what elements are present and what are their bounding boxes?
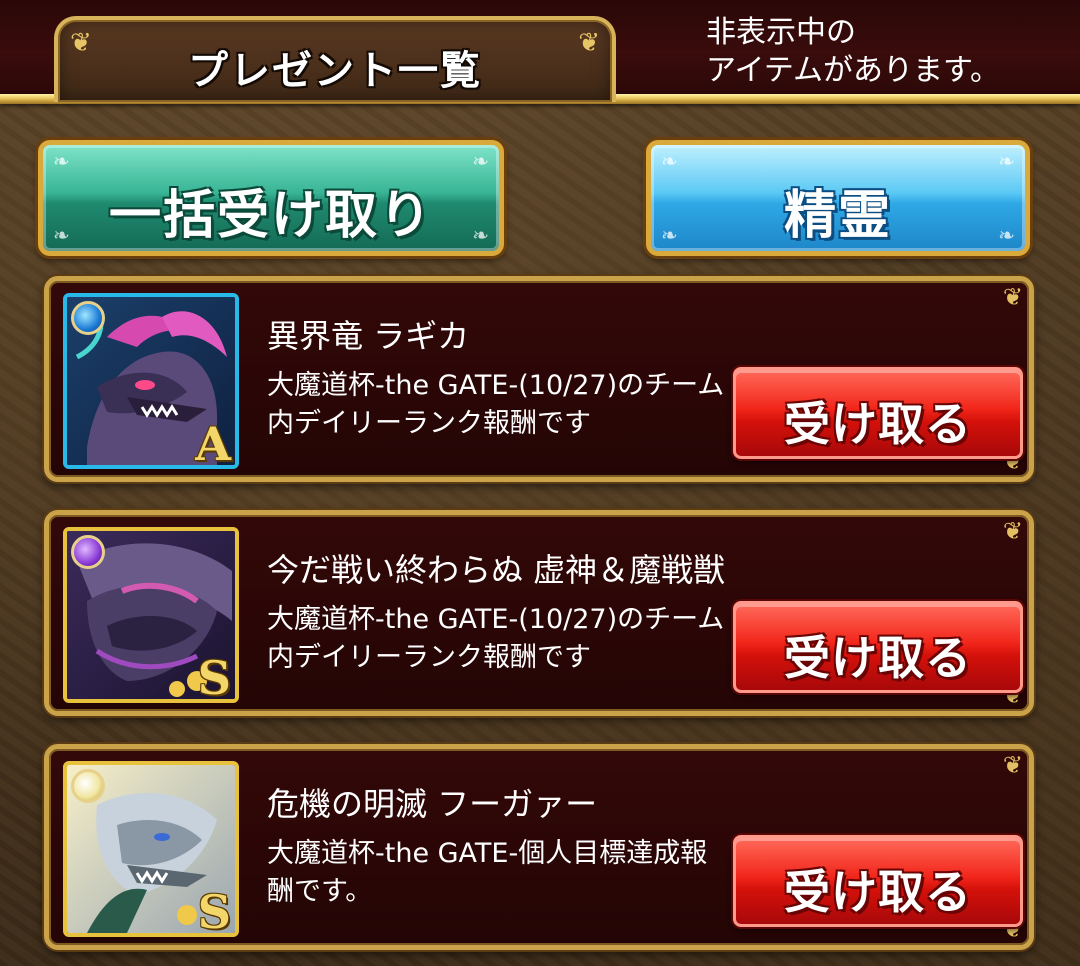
scroll-ornament-icon: ❦ [1002,751,1023,779]
rank-badge: A [195,417,231,469]
receive-button[interactable]: 受け取る [733,367,1023,459]
bulk-receive-label: 一括受け取り [108,186,433,246]
reward-card: ❦ ❦ S 今だ戦い終わらぬ 虚神＆魔戦獣 大魔道杯-the GATE-(10/… [44,510,1034,716]
bulk-receive-button[interactable]: ❧ ❧ ❧ ❧ 一括受け取り [38,140,504,256]
item-description: 大魔道杯-the GATE-(10/27)のチーム内デイリーランク報酬です [267,370,725,439]
rank-badge: S [197,885,231,937]
spirit-label: 精霊 [783,186,892,246]
corner-ornament-icon: ❧ [998,149,1015,173]
hidden-notice-line2: アイテムがあります。 [706,53,1000,88]
hidden-notice-line1: 非表示中の [706,15,856,50]
receive-label: 受け取る [784,865,972,919]
card-thumbnail[interactable]: A [63,293,239,469]
corner-ornament-icon: ❧ [472,149,489,173]
hidden-items-notice: 非表示中の アイテムがあります。 [706,14,1066,90]
item-description: 大魔道杯-the GATE-個人目標達成報酬です。 [267,838,708,907]
scroll-ornament-icon: ❦ [1002,517,1023,545]
item-name: 危機の明滅 フーガァー [267,785,598,823]
reward-card: ❦ ❦ A 異界竜 ラギカ 大魔道杯-the GATE-(10/27)のチーム内… [44,276,1034,482]
receive-label: 受け取る [784,397,972,451]
corner-ornament-icon: ❧ [661,149,678,173]
rank-badge: S [197,651,231,703]
reward-card: ❦ ❦ S 危機の明滅 フーガァー 大魔道杯-the GATE-個人目標達成報酬… [44,744,1034,950]
receive-button[interactable]: 受け取る [733,601,1023,693]
card-thumbnail[interactable]: S [63,761,239,937]
title-tab: ❦ ❦ プレゼント一覧 [54,16,616,102]
card-thumbnail[interactable]: S [63,527,239,703]
receive-label: 受け取る [784,631,972,685]
dark-element-icon [71,535,105,569]
item-description: 大魔道杯-the GATE-(10/27)のチーム内デイリーランク報酬です [267,604,725,673]
spirit-button[interactable]: ❧ ❧ ❧ ❧ 精霊 [646,140,1030,256]
corner-ornament-icon: ❧ [53,149,70,173]
receive-button[interactable]: 受け取る [733,835,1023,927]
scroll-ornament-icon: ❦ [1002,283,1023,311]
water-element-icon [71,301,105,335]
light-element-icon [71,769,105,803]
item-name: 今だ戦い終わらぬ 虚神＆魔戦獣 [267,551,726,589]
page-title: プレゼント一覧 [188,48,482,94]
item-name: 異界竜 ラギカ [267,317,470,355]
